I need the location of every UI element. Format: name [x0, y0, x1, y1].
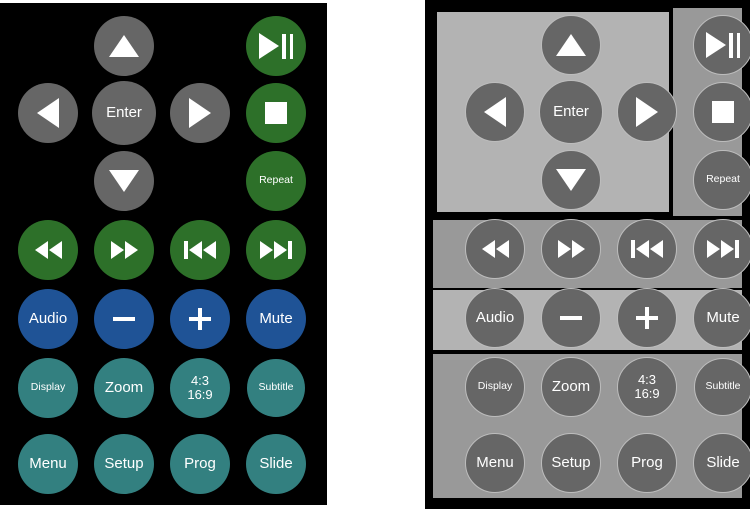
button-label: Enter: [553, 102, 589, 120]
triangle-down-icon: [556, 169, 586, 191]
skip-next-icon: [707, 240, 739, 258]
down-button[interactable]: [541, 150, 601, 210]
fast-forward-button[interactable]: [94, 220, 154, 280]
volume-down-button[interactable]: [541, 288, 601, 348]
rewind-button[interactable]: [465, 219, 525, 279]
button-label: Prog: [631, 453, 663, 471]
stop-button[interactable]: [246, 83, 306, 143]
rewind-icon: [481, 240, 509, 258]
button-label: Mute: [706, 308, 740, 326]
button-label: Zoom: [104, 378, 144, 396]
fast-forward-icon: [557, 240, 585, 258]
play-pause-button[interactable]: [246, 16, 306, 76]
plus-icon: [636, 307, 658, 329]
button-label: Setup: [551, 453, 591, 471]
button-label: Audio: [475, 308, 515, 326]
button-label: Slide: [706, 453, 740, 471]
button-label: Enter: [106, 103, 142, 121]
rewind-button[interactable]: [18, 220, 78, 280]
subtitle-button[interactable]: Subtitle: [694, 358, 750, 416]
left-button[interactable]: [18, 83, 78, 143]
previous-track-button[interactable]: [617, 219, 677, 279]
mute-button[interactable]: Mute: [693, 288, 750, 348]
grayscale-segmentation-panel: Enter Repeat Audio Mute Display Zoom 4:3 16:9 S…: [425, 0, 750, 509]
setup-button[interactable]: Setup: [94, 434, 154, 494]
volume-down-button[interactable]: [94, 289, 154, 349]
skip-previous-icon: [631, 240, 663, 258]
rewind-icon: [34, 241, 62, 259]
button-label: Setup: [104, 454, 144, 472]
minus-icon: [113, 317, 135, 321]
up-button[interactable]: [541, 15, 601, 75]
stop-button[interactable]: [693, 82, 750, 142]
skip-previous-icon: [184, 241, 216, 259]
button-label: Zoom: [551, 377, 591, 395]
enter-button[interactable]: Enter: [92, 81, 156, 145]
slide-button[interactable]: Slide: [246, 434, 306, 494]
menu-button[interactable]: Menu: [465, 433, 525, 493]
triangle-up-icon: [109, 35, 139, 57]
program-button[interactable]: Prog: [617, 433, 677, 493]
minus-icon: [560, 316, 582, 320]
setup-button[interactable]: Setup: [541, 433, 601, 493]
aspect-ratio-button[interactable]: 4:3 16:9: [170, 358, 230, 418]
aspect-ratio-button[interactable]: 4:3 16:9: [617, 357, 677, 417]
right-button[interactable]: [617, 82, 677, 142]
button-label: Subtitle: [258, 381, 294, 394]
audio-button[interactable]: Audio: [18, 289, 78, 349]
enter-button[interactable]: Enter: [539, 80, 603, 144]
color-remote-control-panel: Enter Repeat Audio Mute Display Zoom 4:3 16:9 S…: [0, 3, 327, 505]
button-label: Menu: [29, 454, 67, 472]
up-button[interactable]: [94, 16, 154, 76]
menu-button[interactable]: Menu: [18, 434, 78, 494]
left-button[interactable]: [465, 82, 525, 142]
zoom-button[interactable]: Zoom: [94, 358, 154, 418]
triangle-right-icon: [189, 98, 211, 128]
skip-next-icon: [260, 241, 292, 259]
stop-square-icon: [712, 101, 734, 123]
triangle-down-icon: [109, 170, 139, 192]
play-pause-button[interactable]: [693, 15, 750, 75]
mute-button[interactable]: Mute: [246, 289, 306, 349]
button-label: Menu: [476, 453, 514, 471]
volume-up-button[interactable]: [170, 289, 230, 349]
button-label: Display: [477, 380, 513, 393]
zoom-button[interactable]: Zoom: [541, 357, 601, 417]
button-label: Slide: [259, 454, 293, 472]
display-button[interactable]: Display: [465, 357, 525, 417]
repeat-button[interactable]: Repeat: [246, 151, 306, 211]
triangle-up-icon: [556, 34, 586, 56]
right-button[interactable]: [170, 83, 230, 143]
button-label: Prog: [184, 454, 216, 472]
program-button[interactable]: Prog: [170, 434, 230, 494]
repeat-button[interactable]: Repeat: [693, 150, 750, 210]
fast-forward-button[interactable]: [541, 219, 601, 279]
button-label: 4:3 16:9: [634, 371, 660, 401]
fast-forward-icon: [110, 241, 138, 259]
button-label: Audio: [28, 309, 68, 327]
next-track-button[interactable]: [693, 219, 750, 279]
button-label: Display: [30, 381, 66, 394]
down-button[interactable]: [94, 151, 154, 211]
plus-icon: [189, 308, 211, 330]
play-pause-icon: [706, 32, 740, 58]
button-label: Subtitle: [705, 380, 741, 393]
stop-square-icon: [265, 102, 287, 124]
button-label: Mute: [259, 309, 293, 327]
slide-button[interactable]: Slide: [693, 433, 750, 493]
subtitle-button[interactable]: Subtitle: [247, 359, 305, 417]
display-button[interactable]: Display: [18, 358, 78, 418]
audio-button[interactable]: Audio: [465, 288, 525, 348]
button-label: 4:3 16:9: [187, 372, 213, 402]
button-label: Repeat: [706, 173, 740, 186]
button-label: Repeat: [259, 174, 293, 187]
triangle-left-icon: [37, 98, 59, 128]
previous-track-button[interactable]: [170, 220, 230, 280]
triangle-left-icon: [484, 97, 506, 127]
play-pause-icon: [259, 33, 293, 59]
next-track-button[interactable]: [246, 220, 306, 280]
triangle-right-icon: [636, 97, 658, 127]
volume-up-button[interactable]: [617, 288, 677, 348]
